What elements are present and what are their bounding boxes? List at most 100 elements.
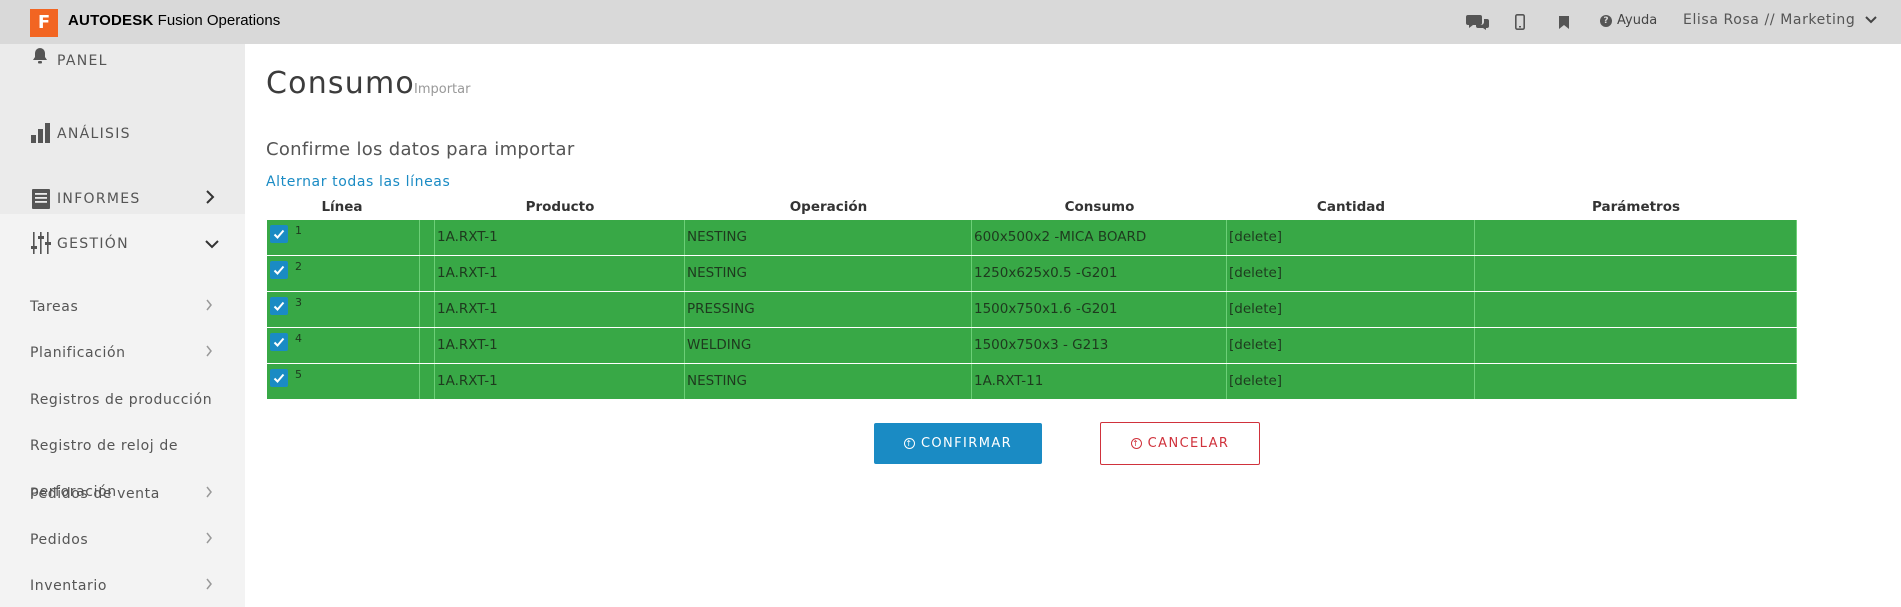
chevron-right-icon (205, 532, 213, 548)
cell-consumo: 600x500x2 -MICA BOARD (972, 220, 1227, 255)
section-heading: Confirme los datos para importar (266, 139, 575, 160)
sidebar-item-label: Planificación (30, 345, 126, 361)
sidebar-item-inventario[interactable]: Inventario (0, 572, 245, 602)
help-link[interactable]: ? Ayuda (1600, 13, 1657, 28)
cell-operacion: PRESSING (685, 292, 972, 327)
cell-spacer (420, 292, 435, 327)
table-row: 3 1A.RXT-1 PRESSING 1500x750x1.6 -G201 [… (267, 292, 1797, 328)
line-number: 4 (295, 332, 302, 345)
brand-autodesk: AUTODESK (68, 12, 154, 29)
page-subtitle: Importar (414, 82, 471, 97)
cell-parametros (1475, 364, 1797, 399)
cell-consumo: 1500x750x1.6 -G201 (972, 292, 1227, 327)
help-icon: ? (1600, 14, 1612, 27)
bookmark-icon[interactable] (1557, 10, 1571, 34)
cell-linea: 5 (267, 364, 420, 399)
chevron-right-icon (205, 345, 213, 361)
sidebar-item-label: ANÁLISIS (57, 126, 131, 142)
cell-spacer (420, 328, 435, 363)
cell-operacion: NESTING (685, 256, 972, 291)
cell-linea: 2 (267, 256, 420, 291)
bell-icon (30, 46, 52, 68)
chevron-down-icon (1865, 16, 1878, 24)
line-number: 3 (295, 296, 302, 309)
sidebar-item-label: GESTIÓN (57, 236, 129, 252)
user-label: Elisa Rosa // Marketing (1683, 12, 1856, 28)
cell-linea: 1 (267, 220, 420, 255)
cell-operacion: WELDING (685, 328, 972, 363)
sidebar-item-planificacion[interactable]: Planificación (0, 339, 245, 369)
cell-parametros (1475, 220, 1797, 255)
chevron-right-icon (205, 578, 213, 594)
row-checkbox[interactable] (270, 261, 288, 279)
row-checkbox[interactable] (270, 225, 288, 243)
cell-spacer (420, 256, 435, 291)
top-bar: F AUTODESK Fusion Operations ? Ayuda Eli… (0, 0, 1901, 44)
cell-parametros (1475, 292, 1797, 327)
table-row: 5 1A.RXT-1 NESTING 1A.RXT-11 [delete] (267, 364, 1797, 400)
cell-cantidad: [delete] (1227, 364, 1475, 399)
sidebar-item-label: PANEL (57, 53, 108, 69)
confirm-button[interactable]: ↑ CONFIRMAR (874, 423, 1042, 464)
cell-spacer (420, 364, 435, 399)
sidebar-item-pedidos[interactable]: Pedidos (0, 526, 245, 556)
cell-consumo: 1500x750x3 - G213 (972, 328, 1227, 363)
cancel-circle-icon: ↑ (1130, 438, 1142, 449)
column-header-operacion: Operación (789, 199, 868, 215)
cell-parametros (1475, 328, 1797, 363)
sidebar-item-label: INFORMES (57, 191, 141, 207)
row-checkbox[interactable] (270, 333, 288, 351)
cell-cantidad: [delete] (1227, 220, 1475, 255)
sidebar-item-registros-produccion[interactable]: Registros de producción (0, 386, 245, 416)
cell-cantidad: [delete] (1227, 328, 1475, 363)
table-row: 4 1A.RXT-1 WELDING 1500x750x3 - G213 [de… (267, 328, 1797, 364)
table-row: 1 1A.RXT-1 NESTING 600x500x2 -MICA BOARD… (267, 220, 1797, 256)
bar-chart-icon (30, 122, 52, 144)
cell-consumo: 1A.RXT-11 (972, 364, 1227, 399)
sidebar-item-informes[interactable]: INFORMES (0, 178, 245, 218)
sidebar-item-panel[interactable]: PANEL (0, 44, 245, 74)
page-title: Consumo (266, 66, 415, 101)
user-menu[interactable]: Elisa Rosa // Marketing (1683, 12, 1878, 28)
chevron-right-icon (205, 486, 213, 502)
cell-producto: 1A.RXT-1 (435, 256, 685, 291)
app-logo[interactable]: F (30, 9, 58, 37)
cancel-button[interactable]: ↑ CANCELAR (1100, 422, 1260, 465)
document-icon (30, 188, 52, 210)
sliders-icon (30, 231, 52, 254)
sidebar: PANEL ANÁLISIS INFORMES GESTIÓN Tareas P… (0, 44, 245, 607)
cell-producto: 1A.RXT-1 (435, 220, 685, 255)
row-checkbox[interactable] (270, 369, 288, 387)
sidebar-item-label: Registros de producción (30, 392, 213, 408)
sidebar-item-tareas[interactable]: Tareas (0, 293, 245, 323)
line-number: 5 (295, 368, 302, 381)
cell-spacer (420, 220, 435, 255)
sidebar-item-label: Inventario (30, 578, 108, 594)
sidebar-item-gestion[interactable]: GESTIÓN (0, 224, 245, 264)
toggle-all-lines-link[interactable]: Alternar todas las líneas (266, 174, 450, 190)
cell-consumo: 1250x625x0.5 -G201 (972, 256, 1227, 291)
confirm-label: CONFIRMAR (920, 436, 1013, 451)
cell-linea: 3 (267, 292, 420, 327)
table-row: 2 1A.RXT-1 NESTING 1250x625x0.5 -G201 [d… (267, 256, 1797, 292)
cell-parametros (1475, 256, 1797, 291)
line-number: 1 (295, 224, 302, 237)
sidebar-item-label: Registro de reloj de (30, 438, 179, 454)
help-label: Ayuda (1617, 13, 1658, 28)
brand-product: Fusion Operations (157, 12, 281, 29)
column-header-producto: Producto (525, 199, 595, 215)
chat-icon[interactable] (1464, 10, 1492, 34)
brand-name: AUTODESK Fusion Operations (68, 12, 280, 29)
row-checkbox[interactable] (270, 297, 288, 315)
sidebar-item-pedidos-venta[interactable]: Pedidos de venta (0, 480, 245, 510)
sidebar-item-analisis[interactable]: ANÁLISIS (0, 114, 245, 154)
line-number: 2 (295, 260, 302, 273)
column-header-consumo: Consumo (1064, 199, 1135, 215)
column-header-linea: Línea (321, 199, 363, 215)
mobile-icon[interactable] (1512, 10, 1528, 34)
column-header-parametros: Parámetros (1591, 199, 1681, 215)
sidebar-item-registro-reloj[interactable]: Registro de reloj de (0, 432, 245, 462)
cell-operacion: NESTING (685, 364, 972, 399)
arrow-circle-icon: ↑ (903, 438, 915, 449)
chevron-right-icon (205, 190, 215, 208)
